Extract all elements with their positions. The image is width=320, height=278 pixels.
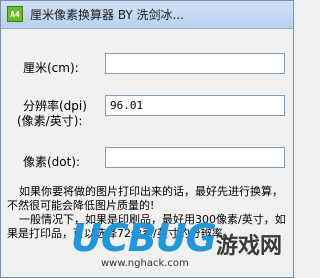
dpi-label-line2: (像素/英寸):: [17, 114, 83, 128]
info-paragraph-1: 如果你要将做的图片打印出来的话，最好先进行换算，不然很可能会降低图片质量的!: [7, 185, 283, 212]
cm-input[interactable]: [105, 53, 285, 74]
title-bar[interactable]: A4 厘米像素换算器 BY 洗剑冰...: [1, 1, 293, 29]
app-icon: A4: [7, 6, 23, 22]
converter-window: A4 厘米像素换算器 BY 洗剑冰... 厘米(cm): 分辨率(dpi) (像…: [0, 0, 294, 278]
window-title: 厘米像素换算器 BY 洗剑冰...: [30, 8, 184, 22]
watermark-site-name: 游戏网: [216, 234, 283, 259]
watermark-url: www.nghack.com: [101, 258, 189, 269]
pixels-label: 像素(dot):: [23, 155, 81, 169]
cm-label: 厘米(cm):: [23, 61, 79, 75]
watermark: UCBUG 游戏网 www.nghack.com: [56, 216, 293, 277]
dpi-input[interactable]: [105, 95, 285, 116]
watermark-logo: UCBUG: [71, 216, 217, 260]
pixels-input[interactable]: [105, 147, 285, 168]
